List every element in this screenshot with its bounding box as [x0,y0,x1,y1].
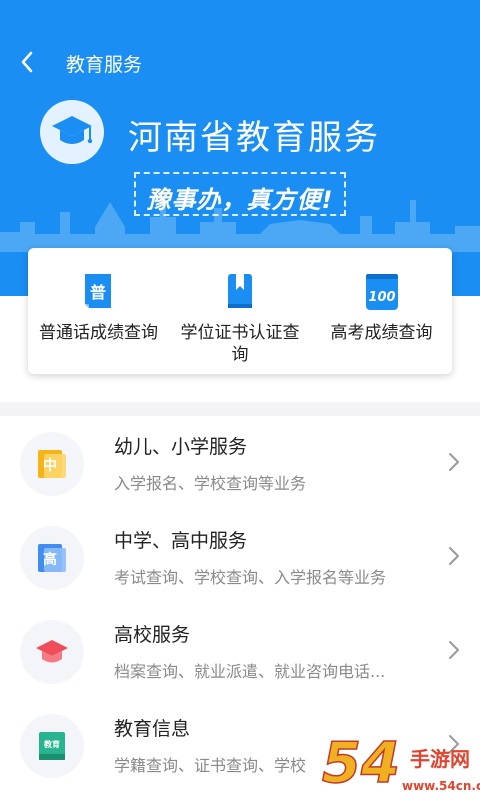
chevron-left-icon [21,51,33,73]
service-title: 幼儿、小学服务 [114,436,248,458]
service-icon: 教育 [20,714,84,778]
back-button[interactable] [12,46,44,78]
quick-link-degree-certificate[interactable]: 学位证书认证查 询 [169,248,311,374]
service-item-education-info[interactable]: 教育 教育信息 学籍查询、证书查询、学校 [0,698,480,792]
service-subtitle: 学籍查询、证书查询、学校 [114,756,307,775]
service-icon: 高 [20,526,84,590]
service-subtitle: 入学报名、学校查询等业务 [114,474,307,493]
service-icon [20,620,84,684]
slogan-text: 豫事办，真方便! [146,186,334,214]
chevron-right-icon [444,732,464,756]
education-book-icon: 教育 [39,732,65,760]
top-navigation-bar: 教育服务 [0,40,480,86]
score-100-icon: 100 [364,272,400,312]
primary-school-icon: 中 [38,450,66,478]
service-subtitle: 考试查询、学校查询、入学报名等业务 [114,568,387,587]
chevron-right-icon [444,450,464,474]
high-school-icon: 高 [38,544,66,572]
chevron-right-icon [444,544,464,568]
quick-link-label: 高考成绩查询 [330,323,433,343]
svg-text:高: 高 [43,551,57,568]
service-title: 高校服务 [114,624,191,646]
putonghua-doc-icon: 普 [81,272,117,312]
service-item-primary[interactable]: 中 幼儿、小学服务 入学报名、学校查询等业务 [0,416,480,510]
service-item-university[interactable]: 高校服务 档案查询、就业派遣、就业咨询电话... [0,604,480,698]
quick-link-gaokao-score[interactable]: 100 高考成绩查询 [311,248,452,374]
svg-text:普: 普 [90,283,106,302]
service-icon: 中 [20,432,84,496]
service-title: 教育信息 [114,718,191,740]
section-divider [0,402,480,416]
graduation-cap-icon [52,116,93,144]
quick-link-putonghua[interactable]: 普 普通话成绩查询 [28,248,169,374]
university-cap-icon [36,640,68,663]
hero-logo [40,100,104,164]
bookmark-book-icon [222,272,258,312]
service-subtitle: 档案查询、就业派遣、就业咨询电话... [114,662,386,681]
quick-link-label: 普通话成绩查询 [39,323,158,343]
quick-link-label: 学位证书认证查 询 [180,323,300,365]
svg-text:教育: 教育 [43,739,60,749]
svg-text:100: 100 [368,290,395,305]
page-title: 教育服务 [66,54,143,76]
quick-links-card: 普 普通话成绩查询 学位证书认证查 询 100 高考成绩查询 [28,248,452,374]
chevron-right-icon [444,638,464,662]
service-item-middle-high[interactable]: 高 中学、高中服务 考试查询、学校查询、入学报名等业务 [0,510,480,604]
slogan-box: 豫事办，真方便! [134,172,346,216]
service-title: 中学、高中服务 [114,530,248,552]
svg-text:中: 中 [43,457,57,474]
hero-title: 河南省教育服务 [128,118,380,158]
